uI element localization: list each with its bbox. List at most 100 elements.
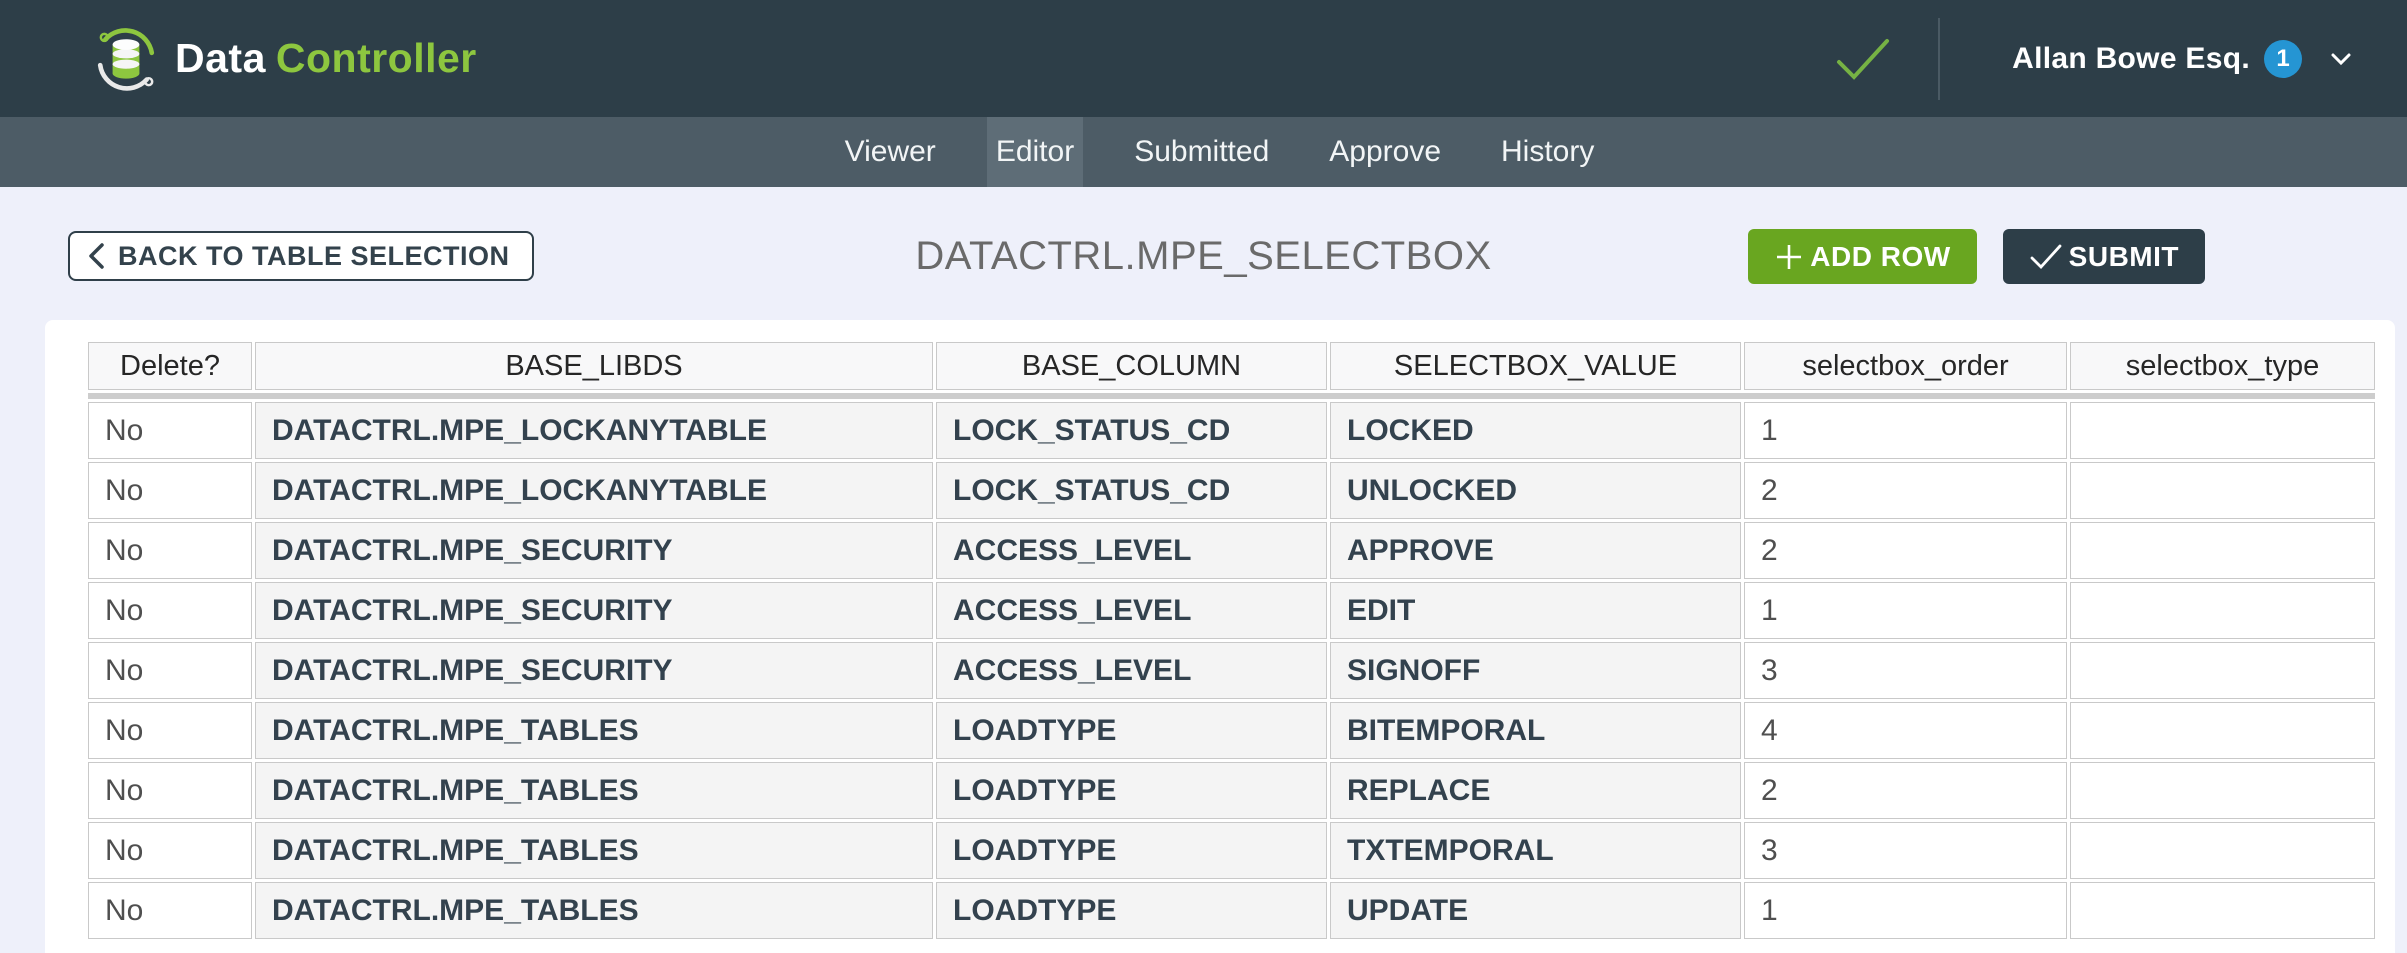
cell-base-column[interactable]: LOCK_STATUS_CD (936, 402, 1327, 459)
cell-selectbox-order[interactable]: 2 (1744, 522, 2067, 579)
header-right: Allan Bowe Esq. 1 (1834, 18, 2352, 100)
nav-tabs: Viewer Editor Submitted Approve History (815, 117, 1625, 187)
plus-icon (1774, 242, 1804, 272)
cell-selectbox-type[interactable] (2070, 762, 2375, 819)
cell-selectbox-value[interactable]: UNLOCKED (1330, 462, 1741, 519)
column-header-delete[interactable]: Delete? (88, 342, 252, 390)
cell-delete[interactable]: No (88, 702, 252, 759)
cell-base-libds[interactable]: DATACTRL.MPE_TABLES (255, 882, 933, 939)
cell-delete[interactable]: No (88, 642, 252, 699)
header-separator (88, 393, 2375, 399)
cell-delete[interactable]: No (88, 402, 252, 459)
cell-base-libds[interactable]: DATACTRL.MPE_TABLES (255, 702, 933, 759)
tab-history[interactable]: History (1492, 117, 1603, 187)
table-row: NoDATACTRL.MPE_TABLESLOADTYPETXTEMPORAL3 (88, 822, 2375, 879)
cell-base-libds[interactable]: DATACTRL.MPE_LOCKANYTABLE (255, 462, 933, 519)
cell-selectbox-order[interactable]: 1 (1744, 582, 2067, 639)
column-header-selectbox-type[interactable]: selectbox_type (2070, 342, 2375, 390)
cell-selectbox-value[interactable]: UPDATE (1330, 882, 1741, 939)
cell-base-libds[interactable]: DATACTRL.MPE_TABLES (255, 822, 933, 879)
column-header-base-column[interactable]: BASE_COLUMN (936, 342, 1327, 390)
cell-base-libds[interactable]: DATACTRL.MPE_SECURITY (255, 522, 933, 579)
content-panel: Delete? BASE_LIBDS BASE_COLUMN SELECTBOX… (45, 320, 2395, 953)
cell-selectbox-order[interactable]: 1 (1744, 402, 2067, 459)
checkmark-icon (2029, 243, 2063, 271)
cell-selectbox-type[interactable] (2070, 882, 2375, 939)
cell-base-column[interactable]: LOADTYPE (936, 882, 1327, 939)
add-row-button[interactable]: ADD ROW (1748, 229, 1976, 284)
user-badge: 1 (2264, 40, 2302, 78)
submit-button[interactable]: SUBMIT (2003, 229, 2205, 284)
cell-base-column[interactable]: LOADTYPE (936, 702, 1327, 759)
cell-selectbox-type[interactable] (2070, 822, 2375, 879)
add-row-label: ADD ROW (1810, 241, 1950, 273)
cell-selectbox-order[interactable]: 1 (1744, 882, 2067, 939)
cell-selectbox-value[interactable]: REPLACE (1330, 762, 1741, 819)
data-grid: Delete? BASE_LIBDS BASE_COLUMN SELECTBOX… (85, 339, 2378, 942)
user-menu[interactable]: Allan Bowe Esq. 1 (2012, 40, 2352, 78)
cell-selectbox-order[interactable]: 2 (1744, 462, 2067, 519)
cell-base-libds[interactable]: DATACTRL.MPE_SECURITY (255, 582, 933, 639)
cell-selectbox-order[interactable]: 3 (1744, 642, 2067, 699)
cell-selectbox-type[interactable] (2070, 702, 2375, 759)
cell-base-libds[interactable]: DATACTRL.MPE_SECURITY (255, 642, 933, 699)
cell-selectbox-value[interactable]: LOCKED (1330, 402, 1741, 459)
column-header-base-libds[interactable]: BASE_LIBDS (255, 342, 933, 390)
header-divider (1938, 18, 1940, 100)
submit-label: SUBMIT (2069, 241, 2179, 273)
cell-base-libds[interactable]: DATACTRL.MPE_LOCKANYTABLE (255, 402, 933, 459)
cell-base-column[interactable]: ACCESS_LEVEL (936, 642, 1327, 699)
cell-selectbox-order[interactable]: 3 (1744, 822, 2067, 879)
cell-selectbox-value[interactable]: TXTEMPORAL (1330, 822, 1741, 879)
table-row: NoDATACTRL.MPE_SECURITYACCESS_LEVELAPPRO… (88, 522, 2375, 579)
cell-base-column[interactable]: LOADTYPE (936, 822, 1327, 879)
tab-approve[interactable]: Approve (1320, 117, 1450, 187)
cell-selectbox-order[interactable]: 2 (1744, 762, 2067, 819)
cell-base-column[interactable]: ACCESS_LEVEL (936, 582, 1327, 639)
table-body: NoDATACTRL.MPE_LOCKANYTABLELOCK_STATUS_C… (88, 402, 2375, 939)
brand-primary: Data (175, 35, 266, 81)
cell-delete[interactable]: No (88, 762, 252, 819)
cell-selectbox-value[interactable]: EDIT (1330, 582, 1741, 639)
brand-text: DataController (175, 35, 477, 82)
cell-selectbox-order[interactable]: 4 (1744, 702, 2067, 759)
database-logo-icon (93, 26, 159, 92)
user-name: Allan Bowe Esq. (2012, 42, 2250, 76)
status-checkmark-icon[interactable] (1834, 36, 1892, 82)
table-row: NoDATACTRL.MPE_TABLESLOADTYPEUPDATE1 (88, 882, 2375, 939)
nav-bar: Viewer Editor Submitted Approve History (0, 117, 2407, 187)
brand: DataController (93, 26, 477, 92)
column-header-selectbox-order[interactable]: selectbox_order (1744, 342, 2067, 390)
cell-base-libds[interactable]: DATACTRL.MPE_TABLES (255, 762, 933, 819)
cell-delete[interactable]: No (88, 822, 252, 879)
app-header: DataController Allan Bowe Esq. 1 (0, 0, 2407, 117)
table-row: NoDATACTRL.MPE_SECURITYACCESS_LEVELSIGNO… (88, 642, 2375, 699)
cell-delete[interactable]: No (88, 582, 252, 639)
grid-header-row: Delete? BASE_LIBDS BASE_COLUMN SELECTBOX… (88, 342, 2375, 390)
chevron-down-icon (2330, 52, 2352, 66)
tab-editor[interactable]: Editor (987, 117, 1083, 187)
tab-viewer[interactable]: Viewer (836, 117, 945, 187)
cell-selectbox-type[interactable] (2070, 462, 2375, 519)
tab-submitted[interactable]: Submitted (1125, 117, 1278, 187)
cell-base-column[interactable]: LOCK_STATUS_CD (936, 462, 1327, 519)
cell-selectbox-type[interactable] (2070, 642, 2375, 699)
table-row: NoDATACTRL.MPE_SECURITYACCESS_LEVELEDIT1 (88, 582, 2375, 639)
cell-base-column[interactable]: ACCESS_LEVEL (936, 522, 1327, 579)
brand-secondary: Controller (276, 35, 477, 81)
cell-selectbox-type[interactable] (2070, 582, 2375, 639)
cell-delete[interactable]: No (88, 522, 252, 579)
cell-selectbox-type[interactable] (2070, 402, 2375, 459)
table-row: NoDATACTRL.MPE_TABLESLOADTYPEREPLACE2 (88, 762, 2375, 819)
cell-base-column[interactable]: LOADTYPE (936, 762, 1327, 819)
column-header-selectbox-value[interactable]: SELECTBOX_VALUE (1330, 342, 1741, 390)
cell-selectbox-value[interactable]: APPROVE (1330, 522, 1741, 579)
action-buttons: ADD ROW SUBMIT (1748, 229, 2205, 284)
cell-selectbox-type[interactable] (2070, 522, 2375, 579)
table-row: NoDATACTRL.MPE_LOCKANYTABLELOCK_STATUS_C… (88, 402, 2375, 459)
cell-selectbox-value[interactable]: BITEMPORAL (1330, 702, 1741, 759)
cell-selectbox-value[interactable]: SIGNOFF (1330, 642, 1741, 699)
cell-delete[interactable]: No (88, 462, 252, 519)
cell-delete[interactable]: No (88, 882, 252, 939)
table-row: NoDATACTRL.MPE_LOCKANYTABLELOCK_STATUS_C… (88, 462, 2375, 519)
